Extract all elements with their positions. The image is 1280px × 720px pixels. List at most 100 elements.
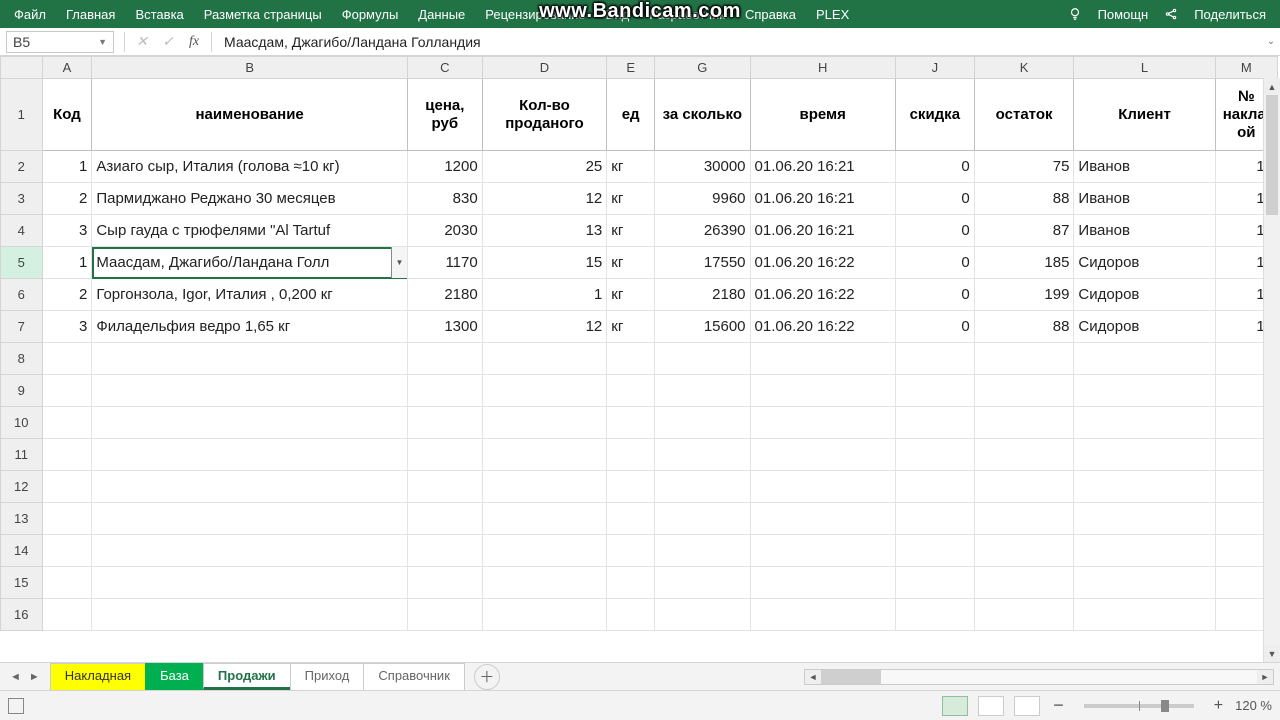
- column-header-D[interactable]: D: [482, 57, 607, 79]
- header-cell[interactable]: за сколько: [655, 79, 751, 151]
- cell[interactable]: [974, 503, 1074, 535]
- select-all-corner[interactable]: [1, 57, 43, 79]
- cell[interactable]: Иванов: [1074, 183, 1215, 215]
- view-page-break-button[interactable]: [1014, 696, 1040, 716]
- macro-record-icon[interactable]: [8, 698, 24, 714]
- cell[interactable]: 2180: [655, 279, 751, 311]
- column-header-E[interactable]: E: [607, 57, 655, 79]
- cell[interactable]: [974, 439, 1074, 471]
- row-header-6[interactable]: 6: [1, 279, 43, 311]
- cell[interactable]: [92, 471, 408, 503]
- cell[interactable]: [1074, 567, 1215, 599]
- cell[interactable]: [655, 375, 751, 407]
- cell[interactable]: [92, 407, 408, 439]
- header-cell[interactable]: остаток: [974, 79, 1074, 151]
- ribbon-tab-3[interactable]: Разметка страницы: [194, 0, 332, 28]
- header-cell[interactable]: наименование: [92, 79, 408, 151]
- ribbon-tab-8[interactable]: Разработчик: [639, 0, 735, 28]
- cell[interactable]: Иванов: [1074, 215, 1215, 247]
- cell[interactable]: Сидоров: [1074, 279, 1215, 311]
- cell[interactable]: [42, 535, 92, 567]
- cell[interactable]: [482, 599, 607, 631]
- cell[interactable]: [407, 407, 482, 439]
- cell[interactable]: [407, 567, 482, 599]
- cell[interactable]: [750, 407, 895, 439]
- cell[interactable]: [407, 503, 482, 535]
- cell[interactable]: 0: [895, 279, 974, 311]
- cell[interactable]: 2180: [407, 279, 482, 311]
- cell[interactable]: [92, 535, 408, 567]
- cell[interactable]: 12: [482, 311, 607, 343]
- cell[interactable]: [974, 375, 1074, 407]
- cell[interactable]: [1074, 407, 1215, 439]
- cell[interactable]: [92, 503, 408, 535]
- cell[interactable]: [1074, 375, 1215, 407]
- cell[interactable]: [750, 503, 895, 535]
- cell[interactable]: [607, 567, 655, 599]
- cell[interactable]: [974, 599, 1074, 631]
- row-header-7[interactable]: 7: [1, 311, 43, 343]
- column-header-A[interactable]: A: [42, 57, 92, 79]
- cell[interactable]: 1: [42, 151, 92, 183]
- zoom-in-button[interactable]: +: [1210, 697, 1227, 715]
- cell[interactable]: 2: [42, 279, 92, 311]
- ribbon-tab-5[interactable]: Данные: [408, 0, 475, 28]
- cell[interactable]: 17550: [655, 247, 751, 279]
- cell[interactable]: [407, 343, 482, 375]
- row-header-3[interactable]: 3: [1, 183, 43, 215]
- sheet-tab-3[interactable]: Приход: [290, 663, 365, 690]
- cell[interactable]: [895, 343, 974, 375]
- cell[interactable]: Горгонзола, Igor, Италия , 0,200 кг: [92, 279, 408, 311]
- header-cell[interactable]: Клиент: [1074, 79, 1215, 151]
- cell[interactable]: Сидоров: [1074, 247, 1215, 279]
- fx-icon[interactable]: fx: [181, 31, 207, 53]
- cell[interactable]: [895, 375, 974, 407]
- cell[interactable]: [974, 471, 1074, 503]
- ribbon-tab-4[interactable]: Формулы: [332, 0, 409, 28]
- row-header-15[interactable]: 15: [1, 567, 43, 599]
- column-header-B[interactable]: B: [92, 57, 408, 79]
- zoom-out-button[interactable]: −: [1049, 695, 1068, 716]
- cell[interactable]: [607, 407, 655, 439]
- cell[interactable]: [42, 407, 92, 439]
- cell[interactable]: [1074, 439, 1215, 471]
- cell[interactable]: 3: [42, 311, 92, 343]
- ribbon-tab-7[interactable]: Вид: [596, 0, 640, 28]
- cell[interactable]: 01.06.20 16:22: [750, 311, 895, 343]
- cell[interactable]: [92, 599, 408, 631]
- cell[interactable]: кг: [607, 247, 655, 279]
- cell[interactable]: 2030: [407, 215, 482, 247]
- cell[interactable]: 15: [482, 247, 607, 279]
- row-header-12[interactable]: 12: [1, 471, 43, 503]
- header-cell[interactable]: Кол-во проданого: [482, 79, 607, 151]
- cell[interactable]: [655, 407, 751, 439]
- cell[interactable]: [482, 503, 607, 535]
- header-cell[interactable]: цена, руб: [407, 79, 482, 151]
- sheet-tab-1[interactable]: База: [145, 663, 204, 690]
- column-header-C[interactable]: C: [407, 57, 482, 79]
- column-header-M[interactable]: M: [1215, 57, 1277, 79]
- row-header-9[interactable]: 9: [1, 375, 43, 407]
- sheet-tab-0[interactable]: Накладная: [50, 663, 146, 690]
- cell[interactable]: [655, 439, 751, 471]
- cell[interactable]: [1074, 535, 1215, 567]
- cell[interactable]: [607, 599, 655, 631]
- cell[interactable]: [607, 535, 655, 567]
- cell[interactable]: [895, 599, 974, 631]
- cell[interactable]: Сидоров: [1074, 311, 1215, 343]
- cell[interactable]: Сыр гауда с трюфелями "Al Tartuf: [92, 215, 408, 247]
- cell[interactable]: [42, 503, 92, 535]
- cell[interactable]: 12: [482, 183, 607, 215]
- cell[interactable]: 01.06.20 16:22: [750, 247, 895, 279]
- cell[interactable]: [482, 439, 607, 471]
- ribbon-tab-6[interactable]: Рецензирование: [475, 0, 595, 28]
- ribbon-tab-1[interactable]: Главная: [56, 0, 125, 28]
- cell[interactable]: 0: [895, 247, 974, 279]
- cell[interactable]: [407, 439, 482, 471]
- cell[interactable]: [974, 407, 1074, 439]
- cell[interactable]: [607, 343, 655, 375]
- cell[interactable]: 1170: [407, 247, 482, 279]
- scroll-left-icon[interactable]: ◄: [805, 670, 821, 684]
- cell[interactable]: [42, 599, 92, 631]
- cell[interactable]: 01.06.20 16:21: [750, 215, 895, 247]
